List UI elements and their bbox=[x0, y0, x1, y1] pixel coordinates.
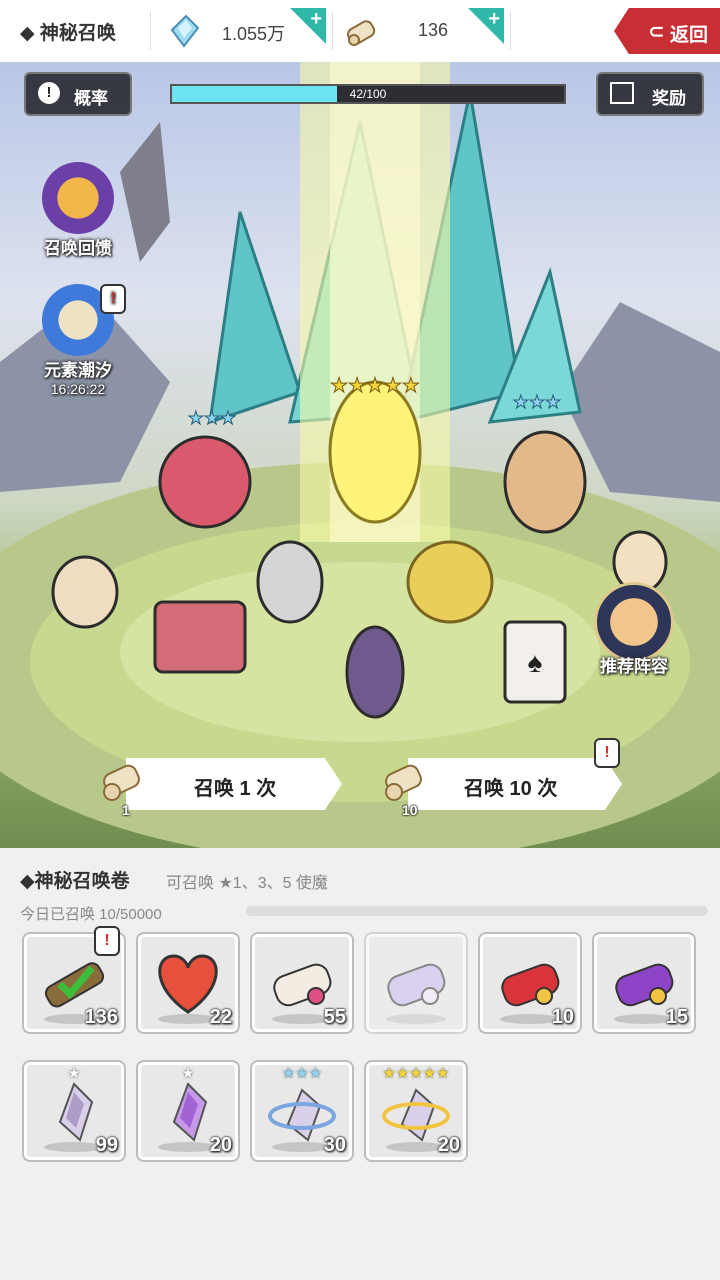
scroll-resource: 136 + bbox=[336, 8, 504, 54]
plus-icon: + bbox=[488, 8, 500, 30]
daily-summon-count: 今日已召唤 10/50000 bbox=[20, 906, 162, 923]
inventory-item-crystal-3[interactable]: ★★★ 30 bbox=[250, 1060, 354, 1162]
inventory-item-crystal-5[interactable]: ★★★★★ 20 bbox=[364, 1060, 468, 1162]
svg-text:♠: ♠ bbox=[528, 647, 543, 678]
gift-icon bbox=[610, 82, 634, 104]
element-tide-timer: 16:26:22 bbox=[50, 381, 106, 397]
star-rating: ★★★★★ bbox=[382, 1065, 450, 1082]
notice-icon: ! bbox=[100, 284, 126, 314]
scroll-icon bbox=[387, 963, 446, 1007]
panel-title: ◆神秘召唤卷 bbox=[20, 871, 130, 892]
inventory-item-violet-scroll[interactable]: 15 bbox=[592, 932, 696, 1034]
inventory-item-purple-scroll[interactable] bbox=[364, 932, 468, 1034]
summon-feedback-button[interactable]: 召唤回馈 bbox=[28, 162, 128, 259]
summon-ten-scroll: 10 bbox=[378, 754, 436, 818]
summon-once-scroll: 1 bbox=[96, 754, 154, 818]
star-rating: ★★★ bbox=[281, 1065, 323, 1082]
probability-button[interactable]: ! 概率 bbox=[24, 72, 132, 116]
star-rating: ★ bbox=[67, 1065, 81, 1082]
scroll-count: 136 bbox=[418, 20, 449, 40]
notice-icon: ! bbox=[94, 926, 120, 956]
daily-summon-bar bbox=[246, 906, 708, 916]
inventory-item-heart[interactable]: 22 bbox=[136, 932, 240, 1034]
reward-label: 奖励 bbox=[652, 89, 686, 108]
svg-text:★★★: ★★★ bbox=[513, 392, 561, 412]
item-count: 30 bbox=[323, 1134, 346, 1156]
element-tide-button[interactable]: 元素潮汐 16:26:22 ! bbox=[28, 284, 128, 397]
alert-icon: ! bbox=[38, 82, 60, 104]
summon-once-label: 召唤 1 次 bbox=[194, 778, 277, 800]
item-count: 15 bbox=[665, 1006, 688, 1028]
add-diamond-button[interactable]: + bbox=[290, 8, 326, 44]
notice-icon: ! bbox=[594, 738, 620, 768]
item-count: 20 bbox=[437, 1134, 460, 1156]
page-title: ◆ 神秘召唤 bbox=[20, 23, 116, 44]
summon-once-button[interactable]: 召唤 1 次 bbox=[126, 758, 342, 810]
svg-text:★★★: ★★★ bbox=[188, 408, 236, 428]
inventory-item-scroll-check[interactable]: 136! bbox=[22, 926, 126, 1034]
inventory-item-crystal-1[interactable]: ★ 99 bbox=[22, 1060, 126, 1162]
divider bbox=[150, 12, 151, 50]
recommended-lineup-button[interactable]: 推荐阵容 bbox=[584, 582, 684, 677]
item-count: 55 bbox=[323, 1006, 346, 1028]
item-count: 22 bbox=[209, 1006, 232, 1028]
summon-once-cost: 1 bbox=[122, 802, 130, 818]
diamond-count: 1.055万 bbox=[222, 24, 286, 44]
plus-icon: + bbox=[310, 8, 322, 30]
inventory-item-pink-scroll[interactable]: 55 bbox=[250, 932, 354, 1034]
inventory-item-crystal-1-purple[interactable]: ★ 20 bbox=[136, 1060, 240, 1162]
summon-feedback-label: 召唤回馈 bbox=[44, 239, 112, 258]
summon-ten-label: 召唤 10 次 bbox=[464, 778, 558, 800]
scroll-icon bbox=[347, 20, 376, 46]
summon-ten-button[interactable]: 召唤 10 次 bbox=[408, 758, 622, 810]
star-rating: ★ bbox=[181, 1065, 195, 1082]
summon-scene: ♠ ★★★ ★★★★★ ★★★ ! 概率 42/100 奖励 召唤回馈 元素潮汐… bbox=[0, 62, 720, 848]
diamond-resource: 1.055万 + bbox=[158, 8, 326, 54]
progress-text: 42/100 bbox=[349, 87, 387, 101]
item-count: 20 bbox=[209, 1134, 232, 1156]
inventory-item-red-scroll[interactable]: 10 bbox=[478, 932, 582, 1034]
reward-button[interactable]: 奖励 bbox=[596, 72, 704, 116]
team-icon bbox=[594, 582, 674, 662]
back-arrow-icon: ⊂ bbox=[648, 21, 665, 43]
summon-ten-cost: 10 bbox=[402, 802, 418, 818]
add-scroll-button[interactable]: + bbox=[468, 8, 504, 44]
divider bbox=[332, 12, 333, 50]
item-count: 99 bbox=[95, 1134, 118, 1156]
element-tide-label: 元素潮汐 bbox=[44, 361, 112, 380]
treasure-chest-icon bbox=[42, 162, 114, 234]
summon-progress-bar: 42/100 bbox=[170, 84, 566, 104]
scroll-inventory-panel: ◆神秘召唤卷 可召唤 ★1、3、5 使魔 今日已召唤 10/50000 136!… bbox=[0, 848, 720, 1280]
back-label: 返回 bbox=[670, 25, 709, 46]
item-count: 10 bbox=[551, 1006, 574, 1028]
svg-text:★★★★★: ★★★★★ bbox=[330, 375, 420, 397]
probability-label: 概率 bbox=[74, 89, 108, 108]
divider bbox=[510, 12, 511, 50]
recommended-lineup-label: 推荐阵容 bbox=[600, 657, 668, 676]
crystal-icon bbox=[170, 14, 200, 48]
panel-subtitle: 可召唤 ★1、3、5 使魔 bbox=[166, 875, 328, 892]
back-button[interactable]: ⊂ 返回 bbox=[614, 8, 720, 54]
top-bar: ◆ 神秘召唤 1.055万 + 136 + ⊂ 返回 bbox=[0, 0, 720, 63]
item-count: 136 bbox=[84, 1006, 118, 1028]
